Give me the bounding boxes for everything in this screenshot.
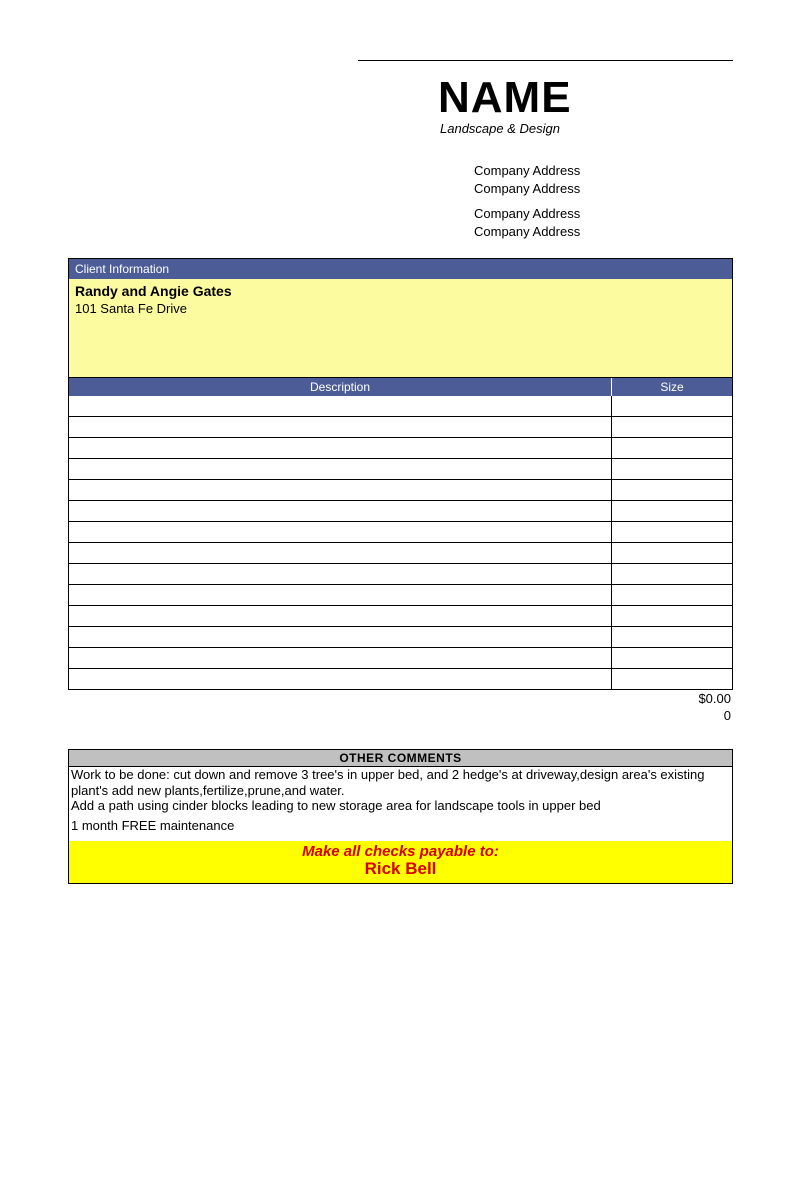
comment-line-2: Add a path using cinder blocks leading t… [71,798,730,814]
comments-header: OTHER COMMENTS [68,749,733,767]
cell-description [69,669,612,689]
client-info-header: Client Information [68,258,733,279]
payable-block: Make all checks payable to: Rick Bell [68,841,733,884]
table-row [69,627,732,648]
total-amount: $0.00 [68,691,731,708]
cell-description [69,606,612,626]
cell-size [612,480,732,500]
cell-size [612,669,732,689]
cell-description [69,459,612,479]
payable-payee: Rick Bell [69,859,732,879]
cell-description [69,480,612,500]
cell-size [612,396,732,416]
line-items-header: Description Size [68,377,733,396]
comments-body: Work to be done: cut down and remove 3 t… [68,767,733,841]
cell-size [612,585,732,605]
cell-size [612,648,732,668]
table-row [69,396,732,417]
comment-line-3: 1 month FREE maintenance [71,818,730,834]
cell-description [69,564,612,584]
table-row [69,417,732,438]
company-address-block: Company Address Company Address Company … [474,162,795,240]
table-row [69,648,732,669]
company-tagline: Landscape & Design [440,121,795,136]
table-row [69,606,732,627]
company-header: NAME Landscape & Design [438,73,795,136]
cell-size [612,522,732,542]
company-name: NAME [438,73,795,123]
cell-description [69,627,612,647]
address-line-2: Company Address [474,180,795,198]
payable-label: Make all checks payable to: [69,843,732,860]
address-line-4: Company Address [474,223,795,241]
table-row [69,522,732,543]
cell-size [612,606,732,626]
cell-size [612,501,732,521]
table-row [69,501,732,522]
address-line-3: Company Address [474,205,795,223]
cell-size [612,543,732,563]
cell-description [69,585,612,605]
cell-description [69,501,612,521]
main-content: Client Information Randy and Angie Gates… [68,258,733,884]
invoice-page: NAME Landscape & Design Company Address … [0,60,795,884]
cell-description [69,396,612,416]
col-header-size: Size [612,378,732,396]
cell-size [612,438,732,458]
top-rule [358,60,733,61]
table-row [69,459,732,480]
table-row [69,585,732,606]
table-row [69,669,732,690]
client-address: 101 Santa Fe Drive [75,301,726,316]
cell-description [69,438,612,458]
cell-description [69,417,612,437]
cell-size [612,564,732,584]
cell-size [612,459,732,479]
cell-description [69,522,612,542]
table-row [69,438,732,459]
cell-description [69,648,612,668]
line-items-body [68,396,733,690]
table-row [69,543,732,564]
cell-size [612,627,732,647]
table-row [69,480,732,501]
address-line-1: Company Address [474,162,795,180]
total-qty: 0 [68,708,731,725]
client-name: Randy and Angie Gates [75,283,726,299]
comment-line-1: Work to be done: cut down and remove 3 t… [71,767,730,798]
cell-description [69,543,612,563]
client-info-box: Randy and Angie Gates 101 Santa Fe Drive [68,279,733,377]
totals-block: $0.00 0 [68,690,733,725]
col-header-description: Description [69,378,612,396]
cell-size [612,417,732,437]
table-row [69,564,732,585]
